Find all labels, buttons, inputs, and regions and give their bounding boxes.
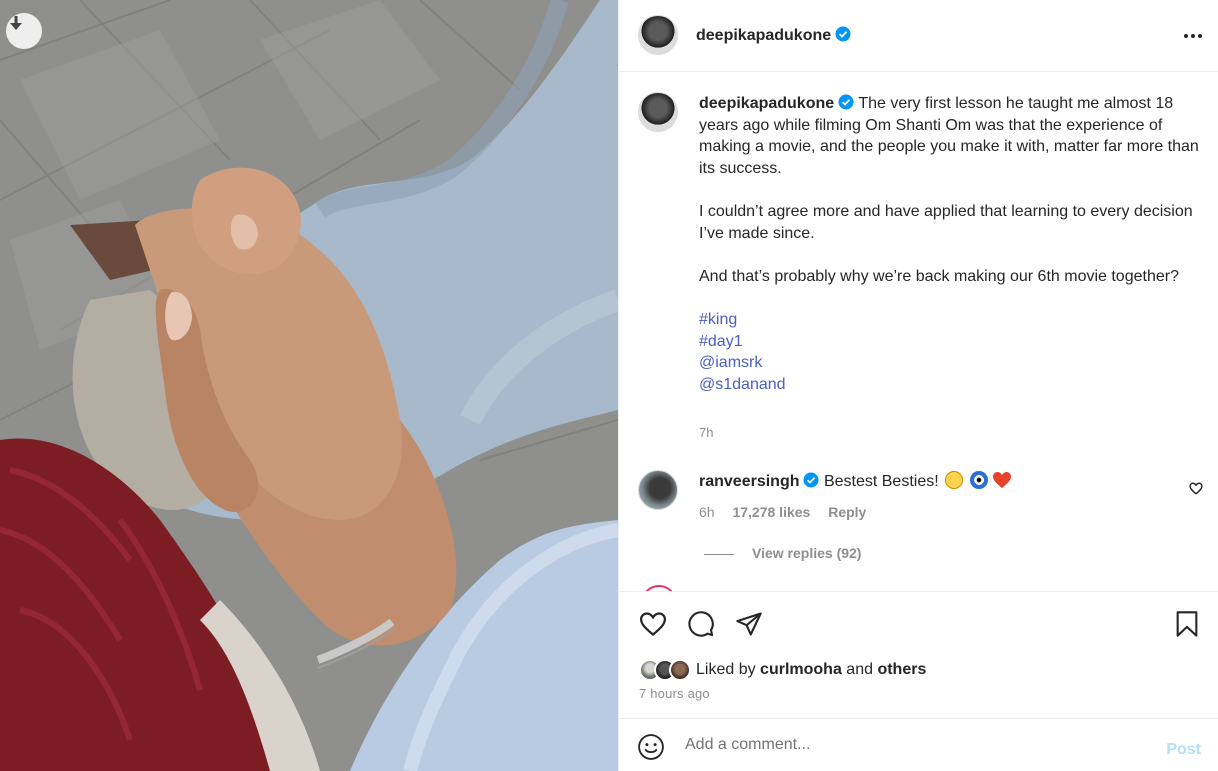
caption-username-text[interactable]: deepikapadukone: [699, 95, 834, 112]
heart-outline-icon: [639, 612, 667, 636]
author-username[interactable]: deepikapadukone: [696, 26, 851, 45]
caption-paragraph-3: And that’s probably why we’re back makin…: [699, 267, 1179, 285]
view-replies-label: View replies (92): [752, 545, 862, 561]
emoji-picker-button[interactable]: [637, 733, 665, 761]
more-horizontal-icon: [1184, 34, 1202, 38]
comment-body: ranveersingh Bestest Besties!: [699, 471, 1012, 491]
liked-by-text: Liked by curlmooha and others: [696, 661, 926, 679]
post-photo[interactable]: [0, 0, 618, 771]
verified-badge-icon: [803, 472, 819, 488]
comment-bubble-icon: [688, 611, 714, 637]
commenter-avatar[interactable]: [638, 470, 678, 510]
arrow-down-icon: [10, 16, 22, 30]
hashtag-link[interactable]: #day1: [699, 331, 1199, 353]
author-username-text[interactable]: deepikapadukone: [696, 27, 831, 44]
liked-by-row: Liked by curlmooha and others: [639, 658, 926, 682]
reply-button[interactable]: Reply: [828, 504, 866, 520]
hashtag-link[interactable]: #king: [699, 309, 1199, 331]
mention-link[interactable]: @iamsrk: [699, 352, 1199, 374]
comment-meta: 6h 17,278 likes Reply: [699, 504, 880, 520]
author-avatar[interactable]: [638, 15, 678, 55]
post-side-panel: deepikapadukone deepikapadukone The very…: [618, 0, 1218, 771]
liker-avatar[interactable]: [669, 659, 691, 681]
post-header: deepikapadukone: [619, 0, 1218, 72]
download-button[interactable]: [6, 13, 42, 49]
caption-author-avatar[interactable]: [638, 92, 678, 132]
post-comment-button[interactable]: Post: [1166, 741, 1201, 759]
save-button[interactable]: [1171, 608, 1203, 640]
liked-by-others-link[interactable]: others: [877, 661, 926, 678]
add-comment-input[interactable]: [685, 731, 1125, 759]
share-button[interactable]: [733, 608, 765, 640]
comment-timestamp[interactable]: 6h: [699, 504, 715, 520]
liked-by-prefix: Liked by: [696, 661, 756, 678]
comment-button[interactable]: [685, 608, 717, 640]
view-replies-button[interactable]: View replies (92): [704, 545, 861, 561]
post-timestamp[interactable]: 7 hours ago: [639, 686, 710, 701]
smiling-face-with-halo-icon: [945, 471, 964, 489]
verified-badge-icon: [835, 26, 851, 42]
verified-badge-icon: [838, 94, 854, 110]
like-button[interactable]: [637, 608, 669, 640]
caption-paragraph-2: I couldn’t agree more and have applied t…: [699, 202, 1198, 242]
smiley-icon: [638, 734, 664, 760]
comment-text: Bestest Besties!: [823, 473, 939, 490]
mention-link[interactable]: @s1danand: [699, 374, 1199, 396]
photo-illustration: [0, 0, 618, 771]
red-heart-icon: [993, 472, 1012, 488]
replies-divider-line: [704, 553, 734, 555]
liked-by-and: and: [846, 661, 873, 678]
commenter-username[interactable]: ranveersingh: [699, 473, 799, 490]
caption-username[interactable]: deepikapadukone: [699, 94, 854, 112]
post-actions: Liked by curlmooha and others 7 hours ag…: [619, 591, 1218, 718]
comment-composer: Post: [619, 718, 1218, 771]
post-caption: deepikapadukone The very first lesson he…: [699, 93, 1199, 395]
paper-plane-icon: [736, 612, 762, 636]
bookmark-icon: [1176, 611, 1198, 637]
comment-likes[interactable]: 17,278 likes: [732, 504, 810, 520]
comments-scroll-area[interactable]: deepikapadukone The very first lesson he…: [619, 73, 1218, 591]
heart-outline-icon: [1189, 482, 1203, 495]
like-comment-button[interactable]: [1189, 482, 1203, 500]
caption-timestamp[interactable]: 7h: [699, 425, 713, 440]
liked-by-user-link[interactable]: curlmooha: [760, 661, 842, 678]
more-options-button[interactable]: [1181, 24, 1205, 48]
nazar-amulet-icon: [969, 471, 988, 489]
caption-tags: #king #day1 @iamsrk @s1danand: [699, 309, 1199, 395]
